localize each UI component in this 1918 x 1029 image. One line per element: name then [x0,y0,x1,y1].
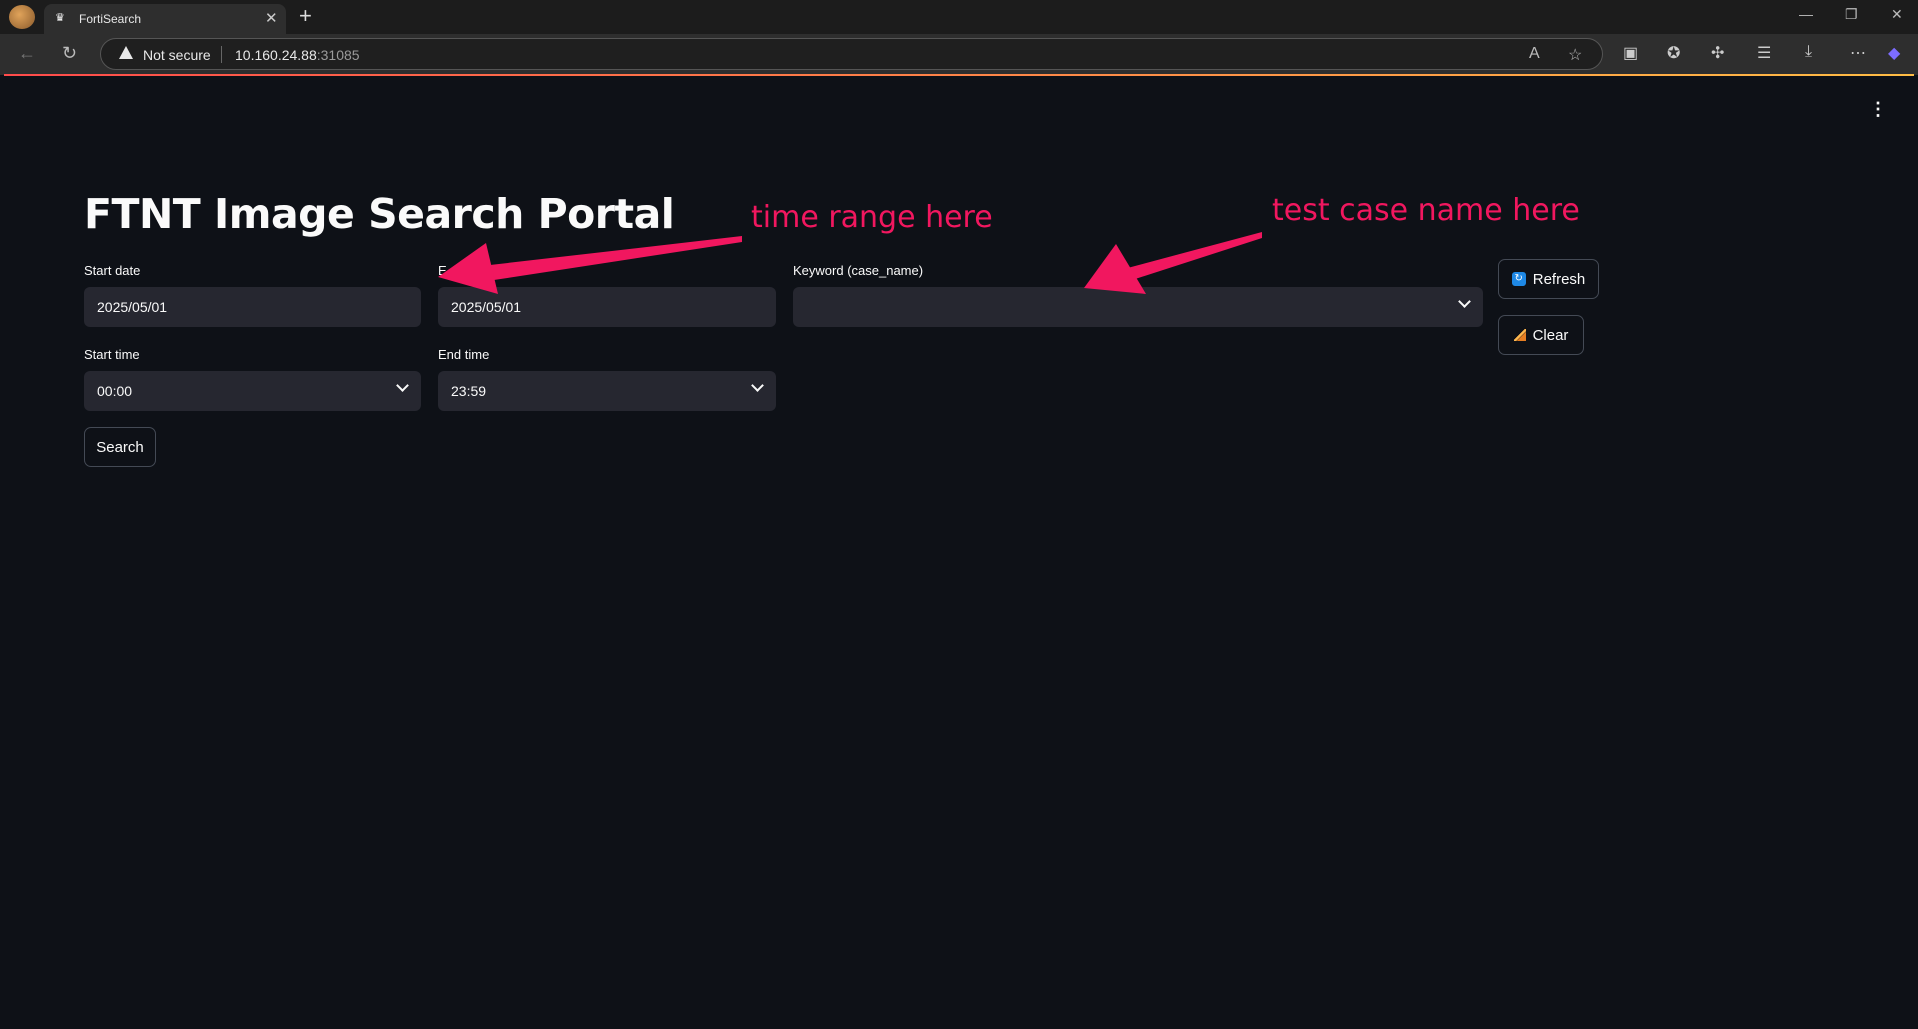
chevron-down-icon [1458,295,1471,308]
start-time-value: 00:00 [97,383,133,399]
refresh-button-label: Refresh [1532,270,1586,288]
copilot-icon[interactable]: ◆ [1888,43,1900,63]
clear-button-label: Clear [1532,326,1569,344]
broom-icon [1513,329,1526,341]
tab-bar: ♛ FortiSearch ✕ + — ❐ ✕ [0,0,1918,34]
keyword-label: Keyword (case_name) [793,263,924,278]
read-aloud-icon[interactable]: A [1529,45,1540,63]
start-time-select[interactable]: 00:00 [84,371,421,411]
browser-toolbar: ← ↻ Not secure 10.160.24.88:31085 A ☆ ▣ … [0,34,1918,75]
back-icon[interactable]: ← [18,43,36,63]
test-case-annotation: test case name here [1272,193,1580,228]
favorites-icon[interactable]: ☰ [1757,43,1771,63]
extension-badge-icon[interactable]: ✪ [1667,43,1680,63]
search-button[interactable]: Search [84,427,156,467]
chevron-down-icon [751,379,764,392]
end-time-select[interactable]: 23:59 [438,371,776,411]
time-range-annotation: time range here [751,200,993,235]
address-divider [221,46,222,63]
security-label[interactable]: Not secure [143,47,211,63]
refresh-button[interactable]: ↻ Refresh [1498,259,1599,299]
crown-icon: ♛ [55,12,65,24]
extensions-icon[interactable]: ✣ [1711,43,1724,63]
end-time-label: End time [438,347,490,362]
chevron-down-icon [396,379,409,392]
warning-icon [119,46,133,59]
start-time-label: Start time [84,347,140,362]
keyword-select[interactable] [793,287,1483,327]
url-text[interactable]: 10.160.24.88:31085 [235,47,360,63]
reload-icon[interactable]: ↻ [62,43,77,63]
split-screen-icon[interactable]: ▣ [1623,43,1638,63]
minimize-icon[interactable]: — [1799,6,1813,22]
app-menu-icon[interactable]: ⋮ [1869,100,1887,118]
clear-button[interactable]: Clear [1498,315,1584,355]
favorite-star-icon[interactable]: ☆ [1568,45,1582,65]
end-date-label: E [438,263,447,278]
browser-tab[interactable]: ♛ FortiSearch ✕ [44,4,286,34]
close-window-icon[interactable]: ✕ [1891,6,1903,23]
refresh-icon: ↻ [1511,272,1526,286]
search-button-label: Search [96,438,144,456]
end-date-input[interactable]: 2025/05/01 [438,287,776,327]
close-tab-icon[interactable]: ✕ [265,9,278,27]
start-date-input[interactable]: 2025/05/01 [84,287,421,327]
tab-title: FortiSearch [79,12,142,26]
profile-avatar[interactable] [9,5,35,29]
address-bar[interactable]: Not secure 10.160.24.88:31085 A ☆ [100,38,1603,70]
downloads-icon[interactable]: ⤓ [1805,43,1812,61]
end-time-value: 23:59 [451,383,487,399]
url-port: :31085 [316,47,360,63]
browser-chrome: ♛ FortiSearch ✕ + — ❐ ✕ ← ↻ Not secure 1… [0,0,1918,75]
url-host: 10.160.24.88 [235,47,317,63]
start-date-label: Start date [84,263,141,278]
restore-icon[interactable]: ❐ [1845,6,1858,23]
more-icon[interactable]: ⋯ [1850,43,1866,63]
page-title: FTNT Image Search Portal [84,190,675,238]
new-tab-icon[interactable]: + [299,3,312,29]
